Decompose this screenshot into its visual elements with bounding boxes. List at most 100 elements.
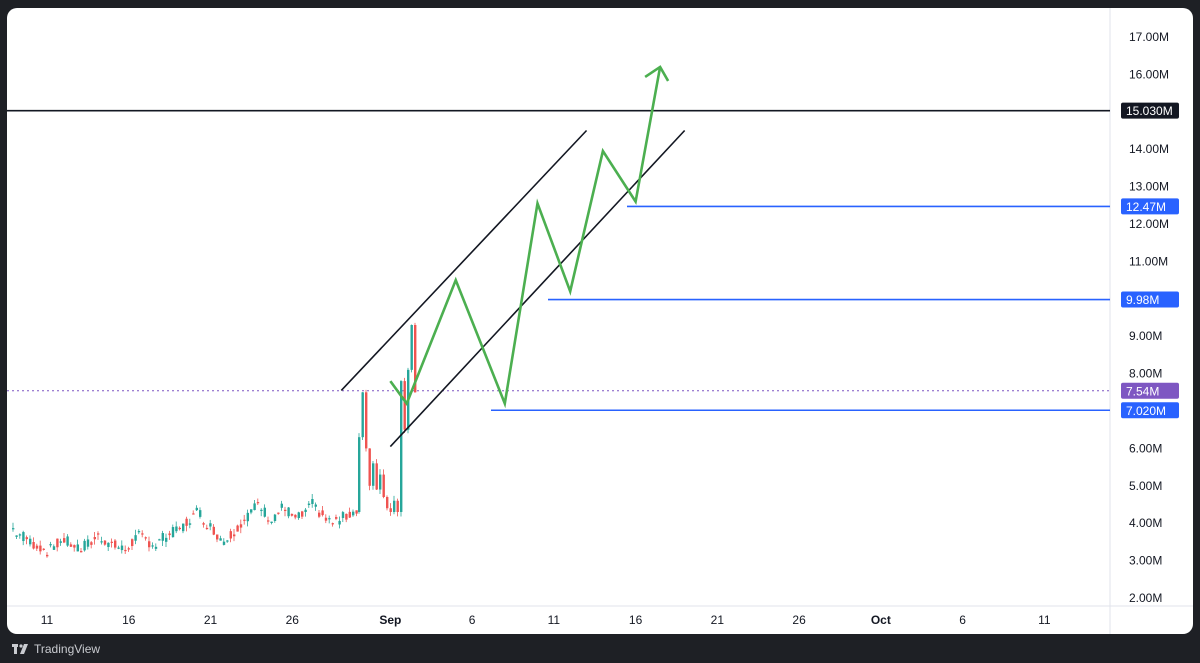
candle-body bbox=[294, 514, 297, 518]
candle-body bbox=[382, 474, 385, 498]
chart-window: 17.00M 16.00M 14.00M 13.00M 12.00M 11.00M 9.00… bbox=[0, 0, 1200, 663]
candle-body bbox=[59, 541, 62, 543]
candle-body bbox=[386, 497, 389, 509]
date-tick-label: 6 bbox=[959, 613, 966, 627]
candle-body bbox=[236, 525, 239, 532]
price-tick-label: 5.00M bbox=[1129, 479, 1162, 493]
candle-body bbox=[63, 538, 66, 543]
candle-body bbox=[365, 392, 368, 449]
candle-body bbox=[260, 509, 263, 512]
candle-body bbox=[158, 539, 161, 541]
date-tick-label: 26 bbox=[286, 613, 300, 627]
candle-body bbox=[355, 510, 358, 514]
candle-body bbox=[311, 499, 314, 504]
candle-body bbox=[114, 540, 117, 548]
date-tick-label: 11 bbox=[41, 613, 54, 627]
candle-body bbox=[154, 546, 158, 549]
date-tick-label: 16 bbox=[629, 613, 643, 627]
candle-body bbox=[307, 503, 311, 506]
date-tick-label: 16 bbox=[122, 613, 136, 627]
candle-body bbox=[352, 511, 355, 516]
candle-body bbox=[314, 504, 317, 507]
candle-body bbox=[318, 512, 321, 517]
price-tick-label: 17.00M bbox=[1129, 30, 1169, 44]
candle-body bbox=[263, 507, 266, 517]
date-tick-label: Sep bbox=[379, 613, 401, 627]
candle-body bbox=[216, 534, 219, 540]
candle-body bbox=[324, 517, 328, 521]
candle-body bbox=[345, 513, 348, 520]
price-tick-label: 11.00M bbox=[1129, 254, 1168, 268]
candle-body bbox=[110, 541, 113, 543]
candle-body bbox=[127, 548, 130, 550]
level-badge-label: 12.47M bbox=[1126, 200, 1166, 214]
candle-body bbox=[250, 509, 253, 513]
candle-body bbox=[49, 544, 52, 546]
candle-body bbox=[321, 510, 324, 516]
projection-path[interactable] bbox=[389, 66, 662, 409]
candle-body bbox=[335, 517, 338, 519]
date-tick-label: 11 bbox=[1038, 613, 1051, 627]
level-badge-label: 15.030M bbox=[1126, 104, 1173, 118]
candle-body bbox=[297, 512, 300, 519]
date-tick-label: 11 bbox=[548, 613, 561, 627]
price-tick-label: 14.00M bbox=[1129, 142, 1169, 156]
candle-body bbox=[243, 519, 246, 521]
footer: TradingView bbox=[12, 638, 100, 660]
candle-body bbox=[137, 531, 141, 533]
candle-body bbox=[151, 545, 154, 547]
candle-body bbox=[69, 544, 73, 547]
candle-body bbox=[233, 534, 236, 537]
level-badge-label: 7.54M bbox=[1126, 384, 1159, 398]
price-tick-label: 12.00M bbox=[1129, 217, 1169, 231]
candle-body bbox=[270, 521, 273, 523]
candle-body bbox=[141, 533, 144, 535]
candle-body bbox=[83, 540, 86, 551]
date-tick-label: Oct bbox=[871, 613, 891, 627]
candle-body bbox=[280, 503, 283, 508]
candle-body bbox=[290, 513, 294, 516]
candle-body bbox=[131, 539, 134, 547]
candle-body bbox=[277, 512, 280, 514]
candle-body bbox=[372, 463, 375, 486]
level-badge-label: 7.020M bbox=[1126, 404, 1166, 418]
candle-body bbox=[219, 538, 222, 541]
price-tick-label: 3.00M bbox=[1129, 554, 1162, 568]
candle-body bbox=[410, 324, 413, 370]
candle-body bbox=[134, 535, 137, 541]
candle-body bbox=[32, 542, 35, 549]
candle-body bbox=[284, 509, 287, 511]
candle-body bbox=[192, 513, 195, 515]
candle-body bbox=[178, 527, 181, 530]
price-tick-label: 13.00M bbox=[1129, 180, 1169, 194]
candle-body bbox=[144, 537, 147, 539]
candle-body bbox=[205, 527, 209, 530]
candle-body bbox=[39, 545, 42, 552]
candle-body bbox=[253, 503, 256, 511]
candle-body bbox=[396, 500, 399, 512]
candle-body bbox=[161, 533, 164, 541]
candle-body bbox=[35, 545, 39, 549]
candle-body bbox=[42, 548, 45, 550]
candle-body bbox=[15, 535, 18, 537]
candle-body bbox=[222, 541, 226, 545]
channel-upper-line[interactable] bbox=[340, 129, 588, 391]
date-tick-label: 6 bbox=[469, 613, 476, 627]
candle-body bbox=[341, 512, 345, 518]
price-tick-label: 9.00M bbox=[1129, 329, 1162, 343]
candle-body bbox=[185, 518, 188, 526]
candle-body bbox=[375, 463, 378, 490]
candle-body bbox=[25, 537, 28, 540]
candle-body bbox=[93, 537, 96, 540]
candle-body bbox=[393, 500, 396, 512]
candle-body bbox=[175, 526, 178, 532]
price-tick-label: 16.00M bbox=[1129, 67, 1169, 81]
candle-body bbox=[97, 533, 100, 535]
candle-body bbox=[188, 523, 192, 525]
candle-body bbox=[229, 531, 232, 539]
date-tick-label: 26 bbox=[792, 613, 806, 627]
candle-body bbox=[182, 523, 185, 532]
price-chart[interactable]: 17.00M 16.00M 14.00M 13.00M 12.00M 11.00M 9.00… bbox=[7, 8, 1193, 634]
candle-body bbox=[80, 551, 83, 553]
candle-body bbox=[389, 508, 392, 512]
